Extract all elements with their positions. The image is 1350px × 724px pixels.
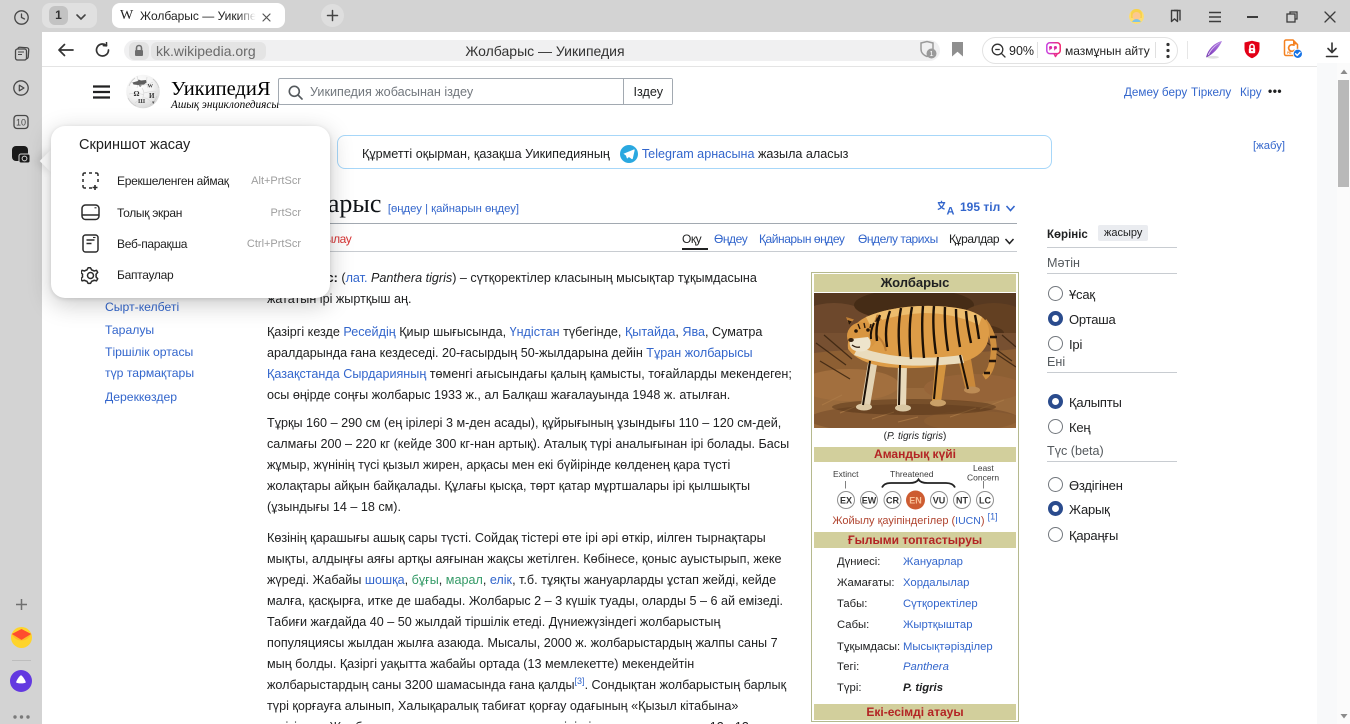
svg-text:EN: EN — [909, 496, 922, 506]
svg-text:EX: EX — [840, 496, 852, 506]
svg-text:Least: Least — [973, 463, 994, 473]
svg-text:|: | — [983, 480, 985, 489]
svg-text:|: | — [845, 480, 847, 489]
svg-text:И: И — [149, 92, 155, 100]
svg-text:LC: LC — [979, 496, 991, 506]
svg-text:РБ: РБ — [1287, 51, 1292, 55]
svg-text:Ω: Ω — [134, 89, 140, 98]
svg-text:W: W — [148, 84, 154, 90]
svg-text:10: 10 — [16, 118, 26, 128]
svg-text:CR: CR — [886, 496, 899, 506]
svg-text:Threatened: Threatened — [890, 469, 934, 479]
svg-text:VU: VU — [933, 496, 946, 506]
svg-text:Ш: Ш — [138, 98, 146, 105]
svg-text:EW: EW — [862, 496, 877, 506]
svg-text:NT: NT — [956, 496, 968, 506]
svg-text:A: A — [947, 206, 955, 216]
svg-text:Extinct: Extinct — [833, 469, 859, 479]
svg-text:1: 1 — [929, 49, 933, 58]
